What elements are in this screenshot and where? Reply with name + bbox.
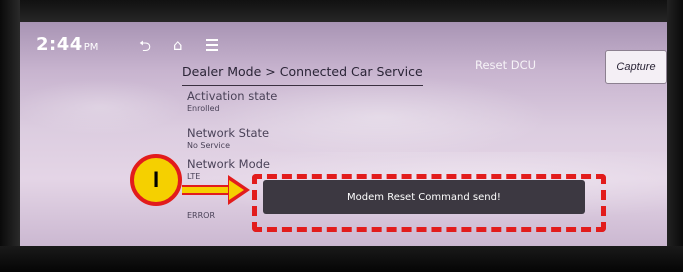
field-value: No Service [187,141,230,150]
field-value: Enrolled [187,104,220,113]
toast-message: Modem Reset Command send! [263,180,585,214]
breadcrumb: Dealer Mode > Connected Car Service [182,64,423,86]
home-icon[interactable]: ⌂ [173,36,183,54]
back-icon[interactable]: ⮌ [139,36,151,61]
menu-icon[interactable] [206,36,218,54]
infotainment-screen: 2:44PM ⮌ ⌂ Dealer Mode > Connected Car S… [20,22,667,246]
capture-button[interactable]: Capture [605,50,667,84]
field-label: Network Mode [187,157,271,171]
clock-ampm: PM [83,42,99,53]
field-label: Activation state [187,89,278,103]
field-network-state: Network State No Service [187,126,269,150]
status-clock: 2:44PM [36,34,98,55]
bezel-top [0,0,683,22]
callout-arrow-shaft [182,185,230,195]
callout-badge: I [130,154,182,206]
clock-time: 2:44 [36,34,83,55]
field-activation-state: Activation state Enrolled [187,89,277,113]
bezel-bottom [0,246,683,272]
bezel-right [667,0,683,272]
callout-arrow-head-fill [229,180,244,200]
bezel-left [0,0,20,272]
field-label: Network State [187,126,270,140]
reset-dcu-button[interactable]: Reset DCU [475,58,536,72]
field-value: ERROR [187,211,216,220]
field-error: ERROR [187,210,215,220]
